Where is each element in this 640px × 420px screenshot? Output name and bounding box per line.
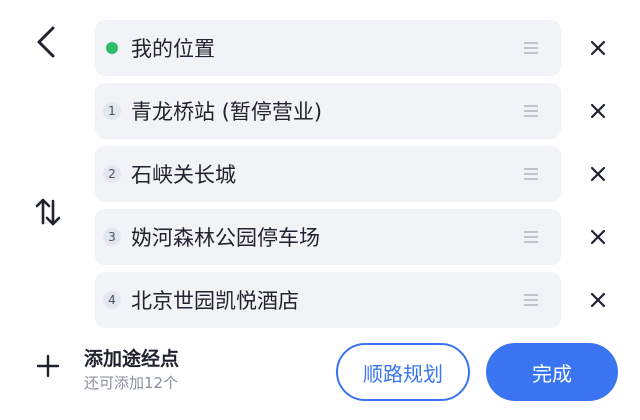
stop-number-marker: 2 (103, 165, 121, 183)
drag-handle-icon[interactable] (523, 104, 539, 118)
remove-stop-button[interactable] (580, 156, 616, 192)
green-dot-icon (106, 42, 118, 54)
stop-number-marker: 4 (103, 291, 121, 309)
close-icon (590, 166, 606, 182)
swap-stops-button[interactable] (26, 190, 70, 234)
route-planning-button[interactable]: 顺路规划 (336, 343, 470, 401)
stop-number-badge: 2 (103, 165, 121, 183)
stop-label: 石峡关长城 (131, 163, 236, 187)
stop-label: 青龙桥站 (暂停营业) (131, 100, 323, 124)
drag-handle-icon[interactable] (523, 293, 539, 307)
stop-row-4[interactable]: 4 北京世园凯悦酒店 (95, 272, 561, 328)
stop-number-marker: 1 (103, 102, 121, 120)
drag-handle-icon[interactable] (523, 167, 539, 181)
close-icon (590, 40, 606, 56)
close-icon (590, 103, 606, 119)
close-icon (590, 229, 606, 245)
swap-vertical-icon (35, 198, 61, 226)
chevron-left-icon (37, 26, 55, 58)
route-editor-panel: 我的位置 1 青龙桥站 (暂停营业) 2 石峡关长城 3 妫河森林公园停车场 4… (0, 0, 640, 420)
stop-row-2[interactable]: 2 石峡关长城 (95, 146, 561, 202)
add-waypoint-label: 添加途经点 (84, 348, 180, 370)
stop-row-current-location[interactable]: 我的位置 (95, 20, 561, 76)
stop-row-1[interactable]: 1 青龙桥站 (暂停营业) (95, 83, 561, 139)
stop-number-marker: 3 (103, 228, 121, 246)
close-icon (590, 292, 606, 308)
remove-stop-button[interactable] (580, 93, 616, 129)
current-location-marker (103, 39, 121, 57)
stop-label: 妫河森林公园停车场 (131, 226, 320, 250)
add-waypoint-button[interactable]: 添加途经点 还可添加12个 (30, 340, 230, 396)
remaining-waypoints-text: 还可添加12个 (84, 374, 179, 392)
drag-handle-icon[interactable] (523, 230, 539, 244)
drag-handle-icon[interactable] (523, 41, 539, 55)
stop-number-badge: 1 (103, 102, 121, 120)
stop-number-badge: 4 (103, 291, 121, 309)
plus-icon (36, 354, 60, 378)
remove-stop-button[interactable] (580, 282, 616, 318)
stop-label: 我的位置 (131, 37, 215, 61)
stop-label: 北京世园凯悦酒店 (131, 289, 299, 313)
stop-row-3[interactable]: 3 妫河森林公园停车场 (95, 209, 561, 265)
done-button[interactable]: 完成 (486, 343, 618, 401)
back-button[interactable] (26, 22, 66, 62)
remove-stop-button[interactable] (580, 219, 616, 255)
remove-stop-button[interactable] (580, 30, 616, 66)
stop-number-badge: 3 (103, 228, 121, 246)
